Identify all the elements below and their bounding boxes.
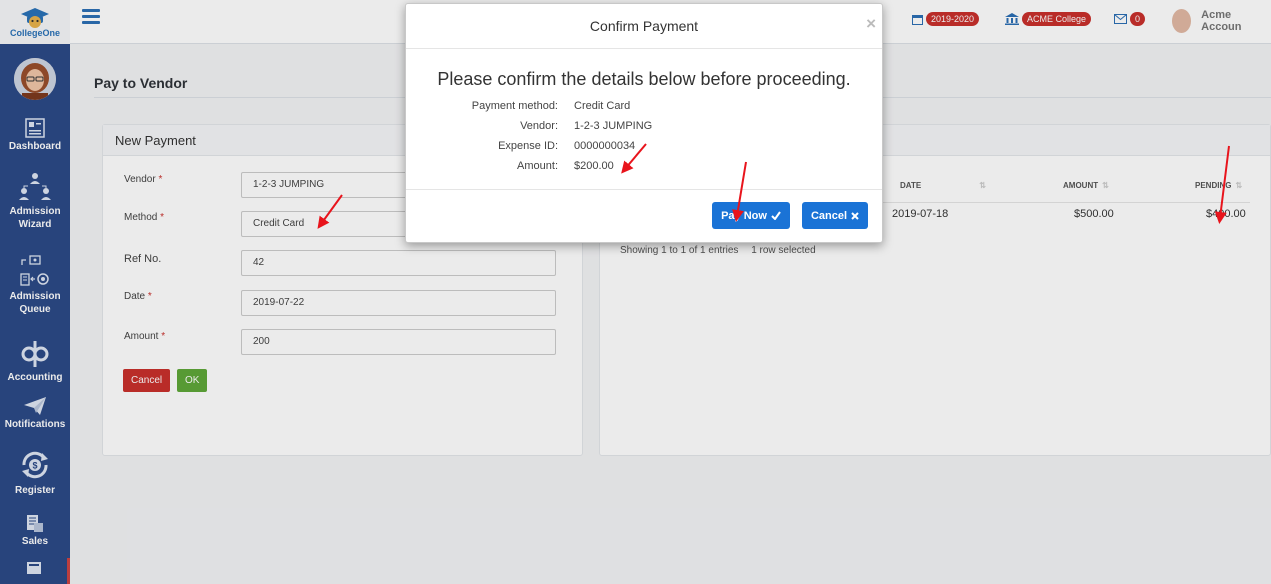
expense-id-value: 0000000034 [574,140,636,152]
pay-now-button[interactable]: Pay Now [712,202,790,229]
modal-footer-divider [406,189,882,190]
modal-cancel-label: Cancel [810,209,848,222]
amount-detail-value: $200.00 [574,160,614,172]
payment-method-label: Payment method: [471,100,558,112]
pay-now-label: Pay Now [721,209,767,222]
checkmark-icon [771,211,781,220]
close-icon[interactable]: × [866,14,876,34]
close-x-icon [851,211,859,220]
vendor-detail-value: 1-2-3 JUMPING [574,120,653,132]
confirm-payment-modal: Confirm Payment × Please confirm the det… [405,3,883,243]
modal-header-divider [406,48,882,49]
modal-title: Confirm Payment [589,18,699,34]
modal-cancel-button[interactable]: Cancel [802,202,868,229]
confirm-message: Please confirm the details below before … [437,69,851,89]
payment-method-value: Credit Card [574,100,631,112]
vendor-detail-label: Vendor: [520,120,558,132]
expense-id-label: Expense ID: [498,140,558,152]
amount-detail-label: Amount: [517,160,558,172]
